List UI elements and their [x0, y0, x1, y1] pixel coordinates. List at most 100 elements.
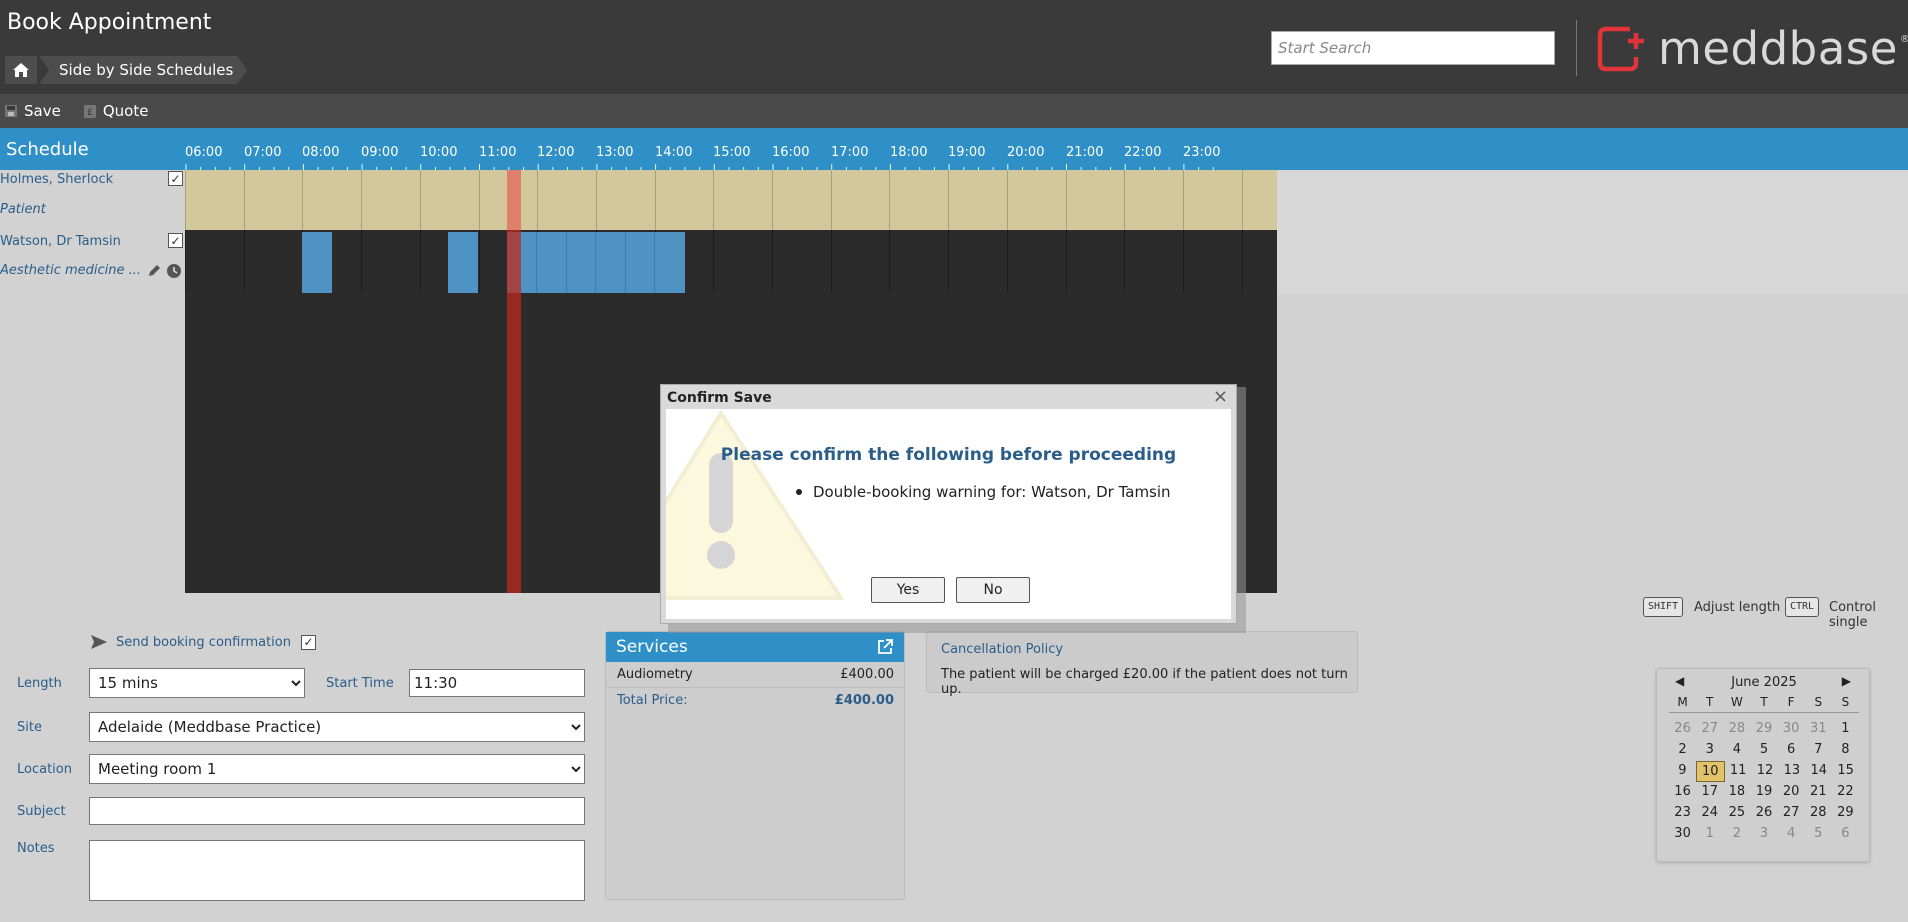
calendar-day[interactable]: 9	[1669, 761, 1696, 782]
breadcrumb-item-side-by-side[interactable]: Side by Side Schedules	[39, 56, 247, 84]
services-title: Services	[616, 637, 688, 657]
appointment-block[interactable]	[448, 232, 478, 293]
calendar-day[interactable]: 12	[1752, 761, 1779, 782]
row-checkbox-watson[interactable]	[168, 233, 183, 248]
schedule-title: Schedule	[6, 139, 89, 160]
hour-label: 17:00	[831, 145, 869, 160]
grid-hour-line	[1183, 230, 1184, 293]
calendar-day[interactable]: 3	[1750, 824, 1777, 845]
grid-hour-line	[713, 170, 714, 230]
search-input[interactable]	[1271, 31, 1555, 65]
edit-icon[interactable]	[146, 263, 162, 279]
hour-label: 14:00	[655, 145, 693, 160]
calendar-day-selected[interactable]: 10	[1695, 761, 1725, 782]
calendar-day[interactable]: 29	[1832, 803, 1859, 824]
calendar-day[interactable]: 2	[1723, 824, 1750, 845]
grid-hour-line	[1007, 230, 1008, 293]
calendar-day[interactable]: 4	[1723, 740, 1750, 761]
calendar-day[interactable]: 13	[1778, 761, 1805, 782]
calendar-day[interactable]: 2	[1669, 740, 1696, 761]
send-confirmation-label: Send booking confirmation	[116, 634, 291, 650]
calendar-day[interactable]: 27	[1696, 719, 1723, 740]
calendar-day[interactable]: 11	[1725, 761, 1752, 782]
calendar-day[interactable]: 28	[1805, 803, 1832, 824]
calendar-day[interactable]: 30	[1669, 824, 1696, 845]
close-icon[interactable]: ×	[1213, 386, 1228, 407]
notes-textarea[interactable]	[89, 840, 585, 901]
home-button[interactable]	[5, 56, 37, 84]
bullet	[796, 489, 802, 495]
calendar-day[interactable]: 6	[1832, 824, 1859, 845]
patient-availability-row[interactable]	[185, 170, 1277, 230]
save-label: Save	[24, 102, 61, 120]
start-time-input[interactable]	[409, 669, 585, 697]
calendar-day[interactable]: 1	[1832, 719, 1859, 740]
quote-button[interactable]: £ Quote	[83, 102, 148, 120]
calendar-day[interactable]: 19	[1750, 782, 1777, 803]
appointment-block[interactable]	[507, 232, 685, 293]
calendar-day[interactable]: 16	[1669, 782, 1696, 803]
grid-hour-line	[1124, 170, 1125, 230]
grid-hour-line	[772, 170, 773, 230]
calendar-day[interactable]: 21	[1805, 782, 1832, 803]
calendar-day[interactable]: 18	[1723, 782, 1750, 803]
save-button[interactable]: Save	[4, 102, 61, 120]
grid-hour-line	[537, 170, 538, 230]
cancellation-policy-panel: Cancellation Policy The patient will be …	[926, 631, 1358, 697]
calendar-day[interactable]: 5	[1750, 740, 1777, 761]
cancellation-policy-text: The patient will be charged £20.00 if th…	[941, 667, 1348, 697]
calendar-day[interactable]: 29	[1750, 719, 1777, 740]
calendar-day[interactable]: 23	[1669, 803, 1696, 824]
row-label-clinician-service: Aesthetic medicine ...	[0, 263, 142, 278]
calendar-day[interactable]: 1	[1696, 824, 1723, 845]
yes-button[interactable]: Yes	[871, 577, 945, 603]
site-label: Site	[17, 720, 42, 735]
calendar-day[interactable]: 22	[1832, 782, 1859, 803]
hour-label: 19:00	[948, 145, 986, 160]
app-header: Book Appointment Side by Side Schedules …	[0, 0, 1908, 94]
grid-hour-line	[185, 230, 186, 293]
grid-hour-line	[889, 230, 890, 293]
calendar-day[interactable]: 6	[1778, 740, 1805, 761]
weekday-label: S	[1814, 695, 1823, 709]
calendar-day[interactable]: 26	[1750, 803, 1777, 824]
no-button[interactable]: No	[956, 577, 1030, 603]
calendar-day[interactable]: 26	[1669, 719, 1696, 740]
calendar-day[interactable]: 15	[1832, 761, 1859, 782]
send-confirmation-checkbox[interactable]	[300, 634, 316, 650]
calendar-day[interactable]: 25	[1723, 803, 1750, 824]
calendar-day[interactable]: 7	[1805, 740, 1832, 761]
row-label-clinician-name: Watson, Dr Tamsin	[0, 234, 121, 249]
subject-input[interactable]	[89, 797, 585, 825]
calendar-next-button[interactable]: ▶	[1842, 674, 1851, 688]
calendar-day[interactable]: 28	[1723, 719, 1750, 740]
grid-hour-line	[948, 230, 949, 293]
open-external-icon[interactable]	[876, 638, 894, 656]
calendar-day[interactable]: 4	[1778, 824, 1805, 845]
calendar-day[interactable]: 14	[1805, 761, 1832, 782]
calendar-day[interactable]: 24	[1696, 803, 1723, 824]
row-checkbox-holmes[interactable]	[168, 171, 183, 186]
save-icon	[5, 105, 17, 117]
clock-icon[interactable]	[166, 263, 182, 279]
calendar-day[interactable]: 27	[1778, 803, 1805, 824]
dialog-warning-text: Double-booking warning for: Watson, Dr T…	[813, 483, 1171, 501]
hour-label: 23:00	[1183, 145, 1221, 160]
calendar-week: 26 27 28 29 30 31 1	[1669, 719, 1859, 740]
calendar-day[interactable]: 3	[1696, 740, 1723, 761]
appointment-block[interactable]	[302, 232, 332, 293]
hour-label: 15:00	[713, 145, 751, 160]
shift-key-description: Adjust length	[1694, 600, 1781, 615]
calendar-day[interactable]: 30	[1778, 719, 1805, 740]
calendar-day[interactable]: 17	[1696, 782, 1723, 803]
calendar-day[interactable]: 31	[1805, 719, 1832, 740]
length-select[interactable]: 15 mins	[89, 668, 305, 698]
toolbar: Save £ Quote	[0, 94, 1908, 128]
shift-key-hint: SHIFT	[1643, 597, 1684, 617]
calendar-day[interactable]: 5	[1805, 824, 1832, 845]
site-select[interactable]: Adelaide (Meddbase Practice)	[89, 712, 585, 742]
calendar-day[interactable]: 20	[1778, 782, 1805, 803]
grid-hour-line	[1066, 170, 1067, 230]
calendar-day[interactable]: 8	[1832, 740, 1859, 761]
location-select[interactable]: Meeting room 1	[89, 754, 585, 784]
